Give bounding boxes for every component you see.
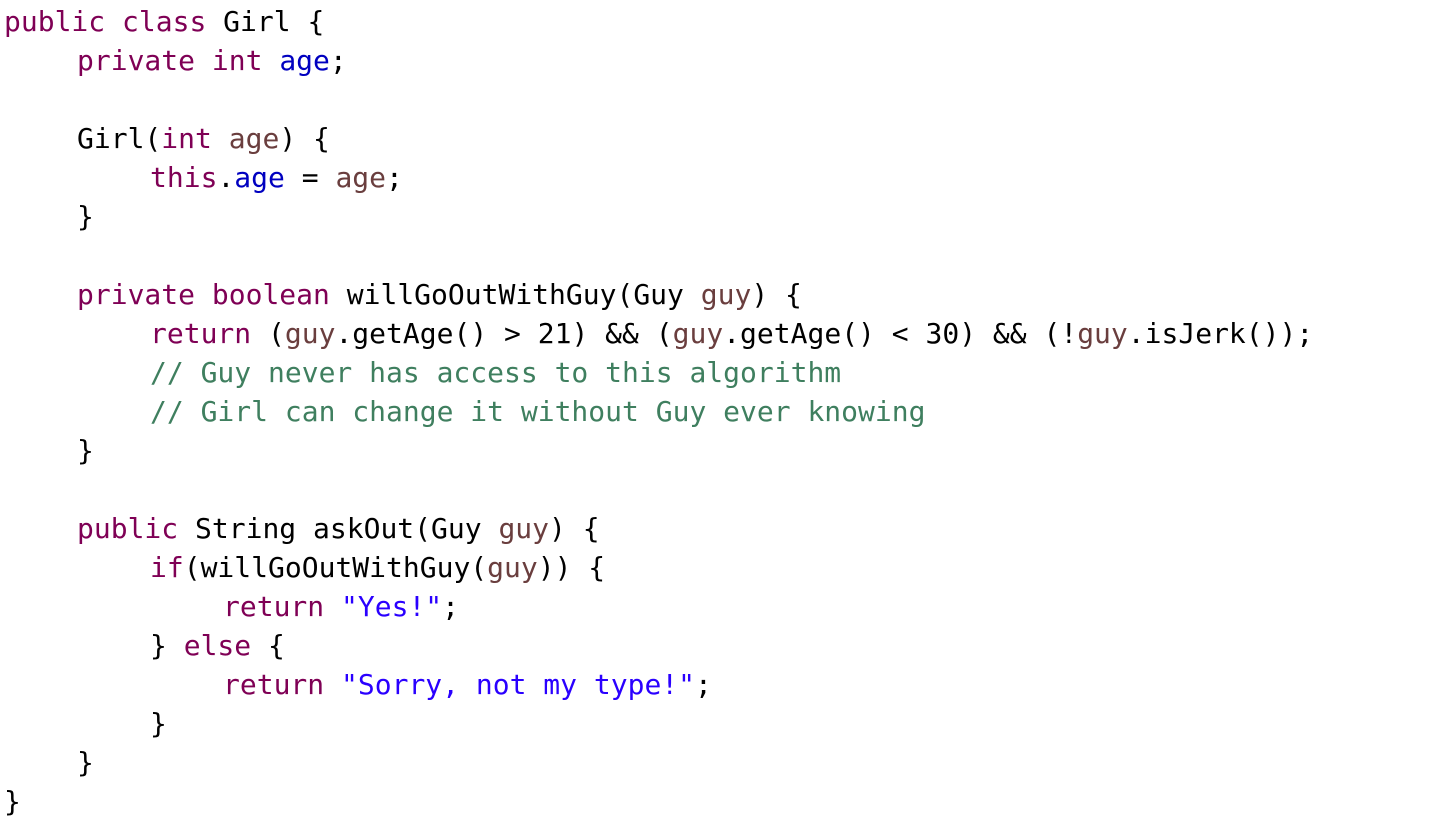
- code-line: // Girl can change it without Guy ever k…: [150, 392, 925, 431]
- keyword-token: int: [211, 44, 263, 77]
- code-text: }: [77, 200, 94, 233]
- keyword-token: public: [77, 512, 179, 545]
- variable-token: guy: [700, 278, 752, 311]
- variable-token: guy: [1077, 317, 1128, 350]
- code-text: }: [150, 629, 184, 662]
- code-line: }: [150, 704, 167, 743]
- code-text: =: [284, 161, 336, 194]
- string-literal: "Sorry, not my type!": [341, 668, 696, 701]
- code-line: public String askOut(Guy guy) {: [77, 509, 600, 548]
- keyword-token: return: [223, 668, 325, 701]
- code-text: willGoOutWithGuy(Guy: [329, 278, 701, 311]
- code-text: ) {: [549, 512, 600, 545]
- comment-token: // Guy never has access to this algorith…: [150, 356, 842, 389]
- code-text: .: [217, 161, 235, 194]
- variable-token: guy: [498, 512, 550, 545]
- keyword-token: public: [4, 5, 106, 38]
- code-text: Girl {: [206, 5, 325, 38]
- code-text: ;: [695, 668, 712, 701]
- keyword-token: if: [150, 551, 184, 584]
- code-text: .isJerk());: [1127, 317, 1314, 350]
- code-line: }: [77, 197, 94, 236]
- code-text: )) {: [537, 551, 606, 584]
- variable-token: age: [228, 122, 280, 155]
- code-text: Girl(: [77, 122, 162, 155]
- code-text: }: [4, 785, 21, 818]
- code-text: (: [251, 317, 285, 350]
- code-text: }: [77, 434, 94, 467]
- code-text: ;: [386, 161, 403, 194]
- field-token: age: [279, 44, 330, 77]
- code-text: .getAge() < 30) && (!: [723, 317, 1078, 350]
- variable-token: age: [335, 161, 387, 194]
- code-line: public class Girl {: [4, 2, 324, 41]
- code-line: this.age = age;: [150, 158, 403, 197]
- code-line: }: [77, 743, 94, 782]
- code-text: {: [251, 629, 285, 662]
- variable-token: guy: [672, 317, 724, 350]
- code-line: private int age;: [77, 41, 347, 80]
- keyword-token: return: [223, 590, 325, 623]
- code-line: private boolean willGoOutWithGuy(Guy guy…: [77, 275, 802, 314]
- code-text: ;: [442, 590, 460, 623]
- keyword-token: class: [122, 5, 207, 38]
- code-line: return "Sorry, not my type!";: [223, 665, 712, 704]
- code-line: Girl(int age) {: [77, 119, 330, 158]
- keyword-token: this: [150, 161, 218, 194]
- code-text: .getAge() > 21) && (: [335, 317, 673, 350]
- code-editor[interactable]: public class Girl {private int age; Girl(…: [4, 0, 1432, 828]
- variable-token: guy: [487, 551, 538, 584]
- code-line: if(willGoOutWithGuy(guy)) {: [150, 548, 605, 587]
- string-literal: "Yes!": [341, 590, 443, 623]
- code-text: String askOut(Guy: [178, 512, 499, 545]
- keyword-token: int: [161, 122, 212, 155]
- code-text: }: [77, 746, 94, 779]
- keyword-token: private: [77, 44, 196, 77]
- code-line: }: [77, 431, 94, 470]
- keyword-token: return: [150, 317, 252, 350]
- variable-token: guy: [284, 317, 336, 350]
- field-token: age: [234, 161, 285, 194]
- code-line: return (guy.getAge() > 21) && (guy.getAg…: [150, 314, 1313, 353]
- comment-token: // Girl can change it without Guy ever k…: [150, 395, 926, 428]
- code-line: } else {: [150, 626, 285, 665]
- code-text: ) {: [279, 122, 330, 155]
- code-line: }: [4, 782, 21, 821]
- code-line: return "Yes!";: [223, 587, 459, 626]
- code-text: ) {: [751, 278, 802, 311]
- code-text: (willGoOutWithGuy(: [183, 551, 488, 584]
- code-text: ;: [329, 44, 347, 77]
- keyword-token: private: [77, 278, 196, 311]
- code-line: // Guy never has access to this algorith…: [150, 353, 841, 392]
- keyword-token: else: [183, 629, 252, 662]
- keyword-token: boolean: [211, 278, 330, 311]
- code-text: }: [150, 707, 167, 740]
